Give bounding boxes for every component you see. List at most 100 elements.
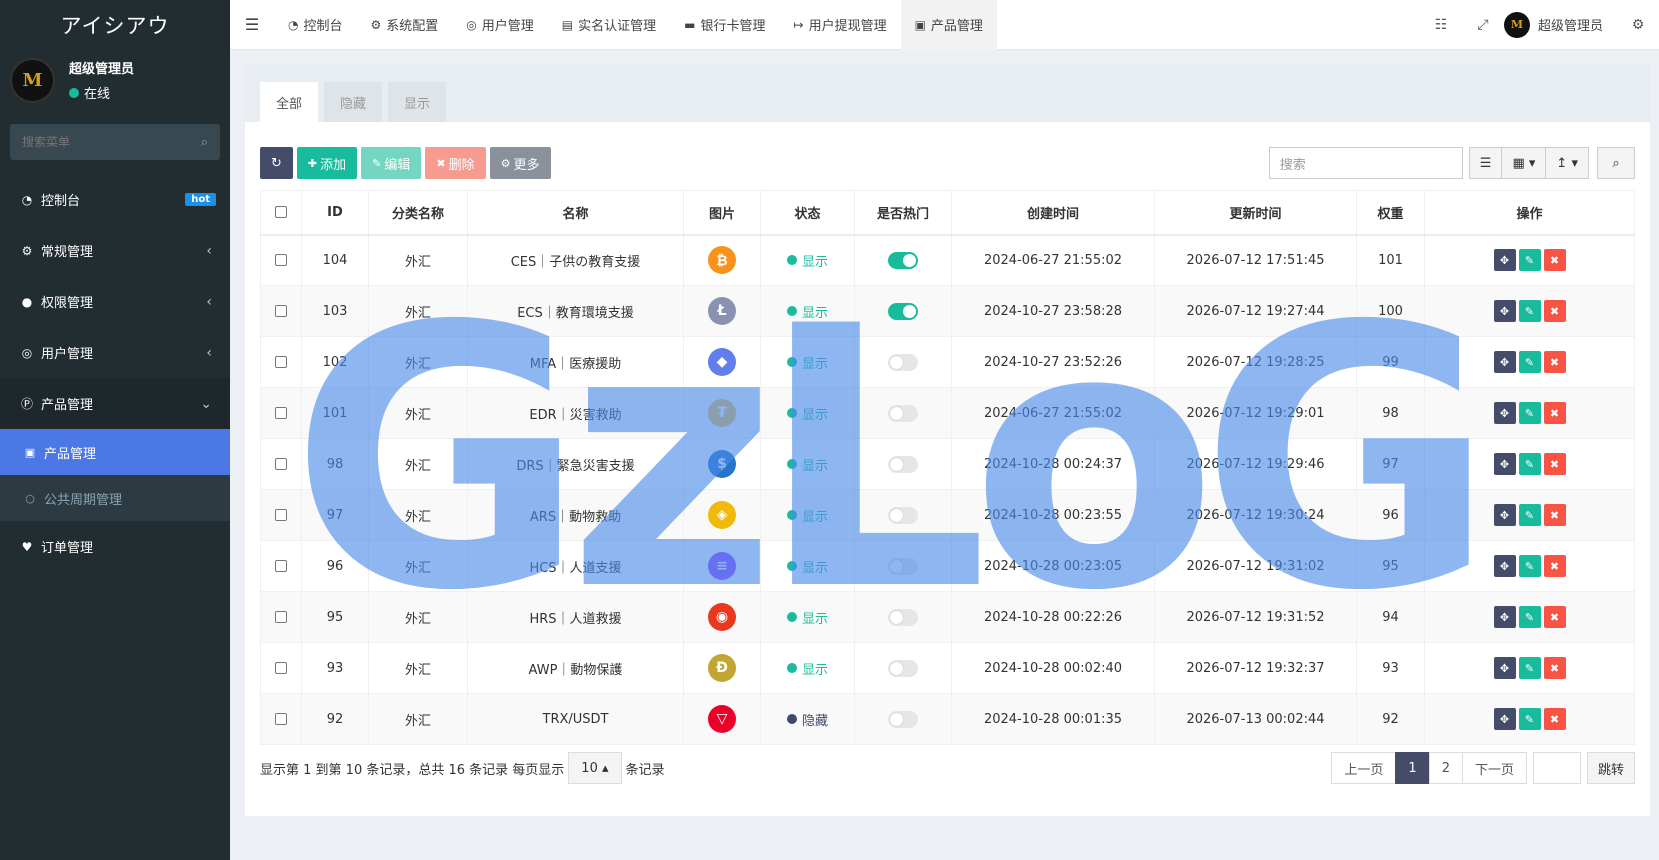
edit-pencil-icon[interactable]: ✎ xyxy=(1518,657,1541,679)
status-badge[interactable]: 显示 xyxy=(786,353,828,372)
solana-coin-icon[interactable]: ≡ xyxy=(708,552,736,580)
delete-trash-icon[interactable]: ✖ xyxy=(1543,249,1566,272)
edit-pencil-icon[interactable]: ✎ xyxy=(1518,402,1541,424)
hot-toggle[interactable] xyxy=(888,557,918,575)
hot-toggle[interactable] xyxy=(888,302,918,320)
sidebar-item-products[interactable]: Ⓟ 产品管理 ⌄ xyxy=(0,378,230,429)
drag-move-icon[interactable]: ✥ xyxy=(1493,300,1516,322)
page-size-select[interactable]: 10 ▴ xyxy=(568,752,622,784)
row-checkbox[interactable] xyxy=(275,305,287,317)
delete-trash-icon[interactable]: ✖ xyxy=(1543,453,1566,475)
more-button[interactable]: ⚙ 更多 xyxy=(489,147,551,179)
delete-trash-icon[interactable]: ✖ xyxy=(1543,555,1566,577)
col-weight[interactable]: 权重 xyxy=(1356,190,1425,236)
dogecoin-coin-icon[interactable]: Ð xyxy=(708,654,736,682)
status-badge[interactable]: 隐藏 xyxy=(786,710,828,729)
row-checkbox[interactable] xyxy=(275,611,287,623)
tab-products[interactable]: ▣ 产品管理 xyxy=(900,0,997,50)
drag-move-icon[interactable]: ✥ xyxy=(1493,708,1516,730)
header-avatar[interactable]: M xyxy=(1503,11,1530,38)
tab-hidden[interactable]: 隐藏 xyxy=(324,82,383,122)
header-user-name[interactable]: 超级管理员 xyxy=(1538,15,1603,34)
status-badge[interactable]: 显示 xyxy=(786,506,828,525)
hot-toggle[interactable] xyxy=(888,404,918,422)
drag-move-icon[interactable]: ✥ xyxy=(1493,249,1516,272)
col-category[interactable]: 分类名称 xyxy=(368,190,468,236)
hot-toggle[interactable] xyxy=(888,506,918,524)
row-checkbox[interactable] xyxy=(275,254,287,267)
sidebar-item-general[interactable]: ⚙ 常规管理 ‹ xyxy=(0,225,230,276)
brand-logo[interactable]: アイシアウ xyxy=(0,0,230,50)
tab-visible[interactable]: 显示 xyxy=(388,82,447,122)
columns-button[interactable]: ▦ ▾ xyxy=(1501,147,1547,179)
sidebar-item-users[interactable]: ◎ 用户管理 ‹ xyxy=(0,327,230,378)
row-checkbox[interactable] xyxy=(275,458,287,470)
tab-system-config[interactable]: ⚙ 系统配置 xyxy=(357,0,453,50)
page-1-button[interactable]: 1 xyxy=(1395,752,1430,784)
col-status[interactable]: 状态 xyxy=(760,190,855,236)
usd-coin-coin-icon[interactable]: $ xyxy=(708,450,736,478)
page-2-button[interactable]: 2 xyxy=(1428,752,1463,784)
hot-toggle[interactable] xyxy=(888,659,918,677)
add-button[interactable]: ✚ 添加 xyxy=(296,147,358,179)
delete-trash-icon[interactable]: ✖ xyxy=(1543,300,1566,322)
prev-page-button[interactable]: 上一页 xyxy=(1331,752,1397,784)
col-name[interactable]: 名称 xyxy=(467,190,684,236)
export-button[interactable]: ↥ ▾ xyxy=(1545,147,1589,179)
drag-move-icon[interactable]: ✥ xyxy=(1493,504,1516,526)
status-badge[interactable]: 显示 xyxy=(786,608,828,627)
binance-coin-icon[interactable]: ◈ xyxy=(708,501,736,529)
tab-dashboard[interactable]: ◔ 控制台 xyxy=(274,0,357,50)
row-checkbox[interactable] xyxy=(275,560,287,572)
delete-trash-icon[interactable]: ✖ xyxy=(1543,351,1566,373)
sidebar-item-orders[interactable]: ♥ 订单管理 xyxy=(0,521,230,572)
col-hot[interactable]: 是否热门 xyxy=(854,190,952,236)
row-checkbox[interactable] xyxy=(275,509,287,521)
tab-user-management[interactable]: ◎ 用户管理 xyxy=(452,0,548,50)
shiba-coin-icon[interactable]: ◉ xyxy=(708,603,736,631)
refresh-button[interactable]: ↻ xyxy=(260,147,293,179)
sidebar-search-input[interactable] xyxy=(22,135,192,149)
drag-move-icon[interactable]: ✥ xyxy=(1493,351,1516,373)
hot-toggle[interactable] xyxy=(888,608,918,626)
select-all-checkbox[interactable] xyxy=(275,206,287,219)
hot-toggle[interactable] xyxy=(888,710,918,728)
delete-trash-icon[interactable]: ✖ xyxy=(1543,606,1566,628)
tab-bank-cards[interactable]: ▬ 银行卡管理 xyxy=(670,0,779,50)
row-checkbox[interactable] xyxy=(275,356,287,368)
row-checkbox[interactable] xyxy=(275,407,287,419)
edit-pencil-icon[interactable]: ✎ xyxy=(1518,555,1541,577)
status-badge[interactable]: 显示 xyxy=(786,659,828,678)
table-search-input[interactable]: 搜索 xyxy=(1268,147,1463,179)
sidebar-subitem-product-management[interactable]: ▣ 产品管理 xyxy=(0,429,230,475)
tether-coin-icon[interactable]: ₮ xyxy=(708,399,736,427)
menu-toggle-icon[interactable]: ☰ xyxy=(230,15,274,34)
sidebar-subitem-cycle-management[interactable]: ○ 公共周期管理 xyxy=(0,475,230,521)
drag-move-icon[interactable]: ✥ xyxy=(1493,453,1516,475)
jump-button[interactable]: 跳转 xyxy=(1586,752,1635,784)
row-checkbox[interactable] xyxy=(275,662,287,674)
status-badge[interactable]: 显示 xyxy=(786,455,828,474)
delete-trash-icon[interactable]: ✖ xyxy=(1543,657,1566,679)
delete-button[interactable]: ✖ 删除 xyxy=(425,147,486,179)
drag-move-icon[interactable]: ✥ xyxy=(1493,555,1516,577)
delete-trash-icon[interactable]: ✖ xyxy=(1543,708,1566,730)
hot-toggle[interactable] xyxy=(888,353,918,371)
col-updated[interactable]: 更新时间 xyxy=(1154,190,1357,236)
list-view-button[interactable]: ☰ xyxy=(1468,147,1503,179)
search-icon[interactable]: ⌕ xyxy=(201,135,208,150)
ethereum-coin-icon[interactable]: ◆ xyxy=(708,348,736,376)
edit-button[interactable]: ✎ 编辑 xyxy=(361,147,422,179)
col-id[interactable]: ID xyxy=(301,190,369,236)
gears-icon[interactable]: ⚙ xyxy=(1617,17,1659,33)
tab-withdrawals[interactable]: ↦ 用户提现管理 xyxy=(780,0,901,50)
edit-pencil-icon[interactable]: ✎ xyxy=(1518,300,1541,322)
jump-page-input[interactable] xyxy=(1532,752,1581,784)
sidebar-item-permissions[interactable]: ● 权限管理 ‹ xyxy=(0,276,230,327)
delete-trash-icon[interactable]: ✖ xyxy=(1543,402,1566,424)
tab-verification[interactable]: ▤ 实名认证管理 xyxy=(548,0,670,50)
edit-pencil-icon[interactable]: ✎ xyxy=(1518,504,1541,526)
bitcoin-coin-icon[interactable]: ₿ xyxy=(708,246,736,275)
tron-coin-icon[interactable]: ▽ xyxy=(708,705,736,733)
status-badge[interactable]: 显示 xyxy=(786,557,828,576)
